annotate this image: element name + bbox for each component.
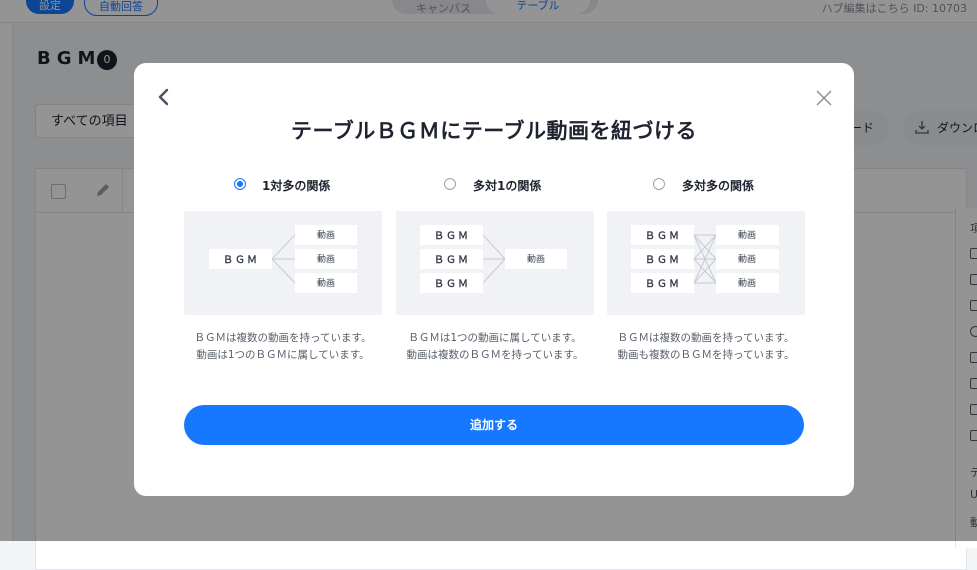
close-icon[interactable] — [814, 88, 834, 108]
diagram-box-label: ＢＧＭ — [223, 254, 259, 266]
radio-button[interactable] — [444, 178, 456, 190]
option-label[interactable]: 1対多の関係 — [262, 177, 330, 194]
relation-diagram: ＢＧＭ 動画 動画 動画 — [184, 211, 382, 315]
relation-modal: テーブルＢＧＭにテーブル動画を紐づける 1対多の関係 ＢＧＭ 動画 動画 動画 — [134, 63, 854, 496]
diagram-box-label: ＢＧＭ — [645, 254, 681, 266]
one-to-many-diagram: ＢＧＭ 動画 動画 動画 — [209, 225, 357, 293]
many-to-many-diagram: ＢＧＭ ＢＧＭ ＢＧＭ 動画 動画 動画 — [631, 225, 779, 293]
option-label[interactable]: 多対1の関係 — [473, 177, 541, 194]
radio-row[interactable]: 多対多の関係 — [607, 175, 805, 195]
diagram-box-label: ＢＧＭ — [434, 278, 470, 290]
diagram-box-label: ＢＧＭ — [434, 254, 470, 266]
diagram-box-label: 動画 — [738, 254, 756, 265]
option-label[interactable]: 多対多の関係 — [682, 177, 754, 194]
diagram-box-label: ＢＧＭ — [645, 278, 681, 290]
option-description: ＢＧＭは複数の動画を持っています。 動画も複数のＢＧＭを持っています。 — [607, 330, 805, 364]
diagram-box-label: 動画 — [317, 278, 335, 289]
diagram-box-label: 動画 — [738, 230, 756, 241]
description-line: ＢＧＭは複数の動画を持っています。 — [617, 332, 795, 344]
diagram-box-label: ＢＧＭ — [434, 230, 470, 242]
many-to-one-diagram: ＢＧＭ ＢＧＭ ＢＧＭ 動画 — [420, 225, 567, 293]
radio-button[interactable] — [234, 178, 246, 190]
description-line: ＢＧＭは1つの動画に属しています。 — [408, 332, 582, 344]
diagram-box-label: ＢＧＭ — [645, 230, 681, 242]
diagram-box-label: 動画 — [317, 254, 335, 265]
relation-diagram: ＢＧＭ ＢＧＭ ＢＧＭ 動画 — [396, 211, 594, 315]
back-arrow-icon[interactable] — [154, 85, 174, 109]
diagram-box-label: 動画 — [527, 254, 545, 265]
add-button[interactable]: 追加する — [184, 405, 804, 445]
description-line: ＢＧＭは複数の動画を持っています。 — [194, 332, 372, 344]
option-description: ＢＧＭは1つの動画に属しています。 動画は複数のＢＧＭを持っています。 — [396, 330, 594, 364]
diagram-box-label: 動画 — [317, 230, 335, 241]
radio-button[interactable] — [653, 178, 665, 190]
option-description: ＢＧＭは複数の動画を持っています。 動画は1つのＢＧＭに属しています。 — [184, 330, 382, 364]
modal-title: テーブルＢＧＭにテーブル動画を紐づける — [291, 119, 697, 143]
description-line: 動画は複数のＢＧＭを持っています。 — [406, 349, 584, 361]
radio-row[interactable]: 1対多の関係 — [184, 175, 382, 195]
relation-diagram: ＢＧＭ ＢＧＭ ＢＧＭ 動画 動画 動画 — [607, 211, 805, 315]
diagram-box-label: 動画 — [738, 278, 756, 289]
radio-row[interactable]: 多対1の関係 — [396, 175, 594, 195]
description-line: 動画は1つのＢＧＭに属しています。 — [196, 349, 370, 361]
description-line: 動画も複数のＢＧＭを持っています。 — [617, 349, 795, 361]
